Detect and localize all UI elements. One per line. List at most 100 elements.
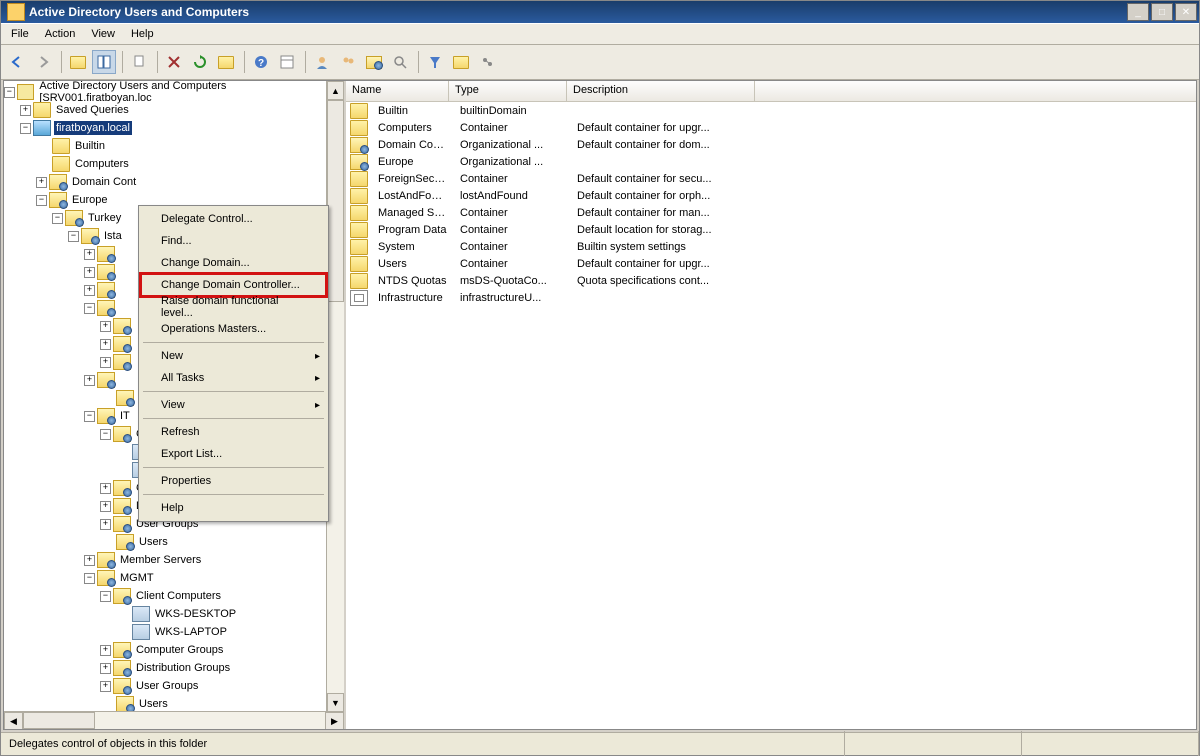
tree-expander[interactable]: − [100,591,111,602]
scroll-thumb[interactable] [327,100,344,302]
back-button[interactable] [5,50,29,74]
menu-item[interactable]: Change Domain Controller... [141,274,326,296]
tree-expander[interactable]: − [84,303,95,314]
tree-hscrollbar[interactable]: ◀ ▶ [4,711,344,729]
tree-expander[interactable]: + [100,501,111,512]
tree-expander[interactable]: + [100,681,111,692]
scroll-thumb[interactable] [23,712,95,729]
add-criteria-button[interactable] [449,50,473,74]
cut-button[interactable] [127,50,151,74]
tree-expander[interactable]: + [84,267,95,278]
tree-item[interactable]: WKS-LAPTOP [4,623,344,641]
column-header[interactable]: Type [449,81,567,101]
up-button[interactable] [66,50,90,74]
menu-item[interactable]: New [141,345,326,367]
tree-item[interactable]: Builtin [4,137,344,155]
tree-item[interactable]: +User Groups [4,677,344,695]
menu-item[interactable]: Delegate Control... [141,208,326,230]
tree-item[interactable]: −Client Computers [4,587,344,605]
list-row[interactable]: LostAndFoundlostAndFoundDefault containe… [346,187,1196,204]
tree-item[interactable]: +Computer Groups [4,641,344,659]
tree-expander[interactable]: − [52,213,63,224]
list-row[interactable]: BuiltinbuiltinDomain [346,102,1196,119]
column-header[interactable]: Description [567,81,755,101]
column-header[interactable]: Name [346,81,449,101]
tree-expander[interactable]: + [84,285,95,296]
menu-item[interactable]: View [141,394,326,416]
tree-expander[interactable]: + [100,519,111,530]
tree-expander[interactable]: + [100,321,111,332]
list-row[interactable]: Domain Cont...Organizational ...Default … [346,136,1196,153]
tree-item[interactable]: Computers [4,155,344,173]
tree-expander[interactable]: + [84,249,95,260]
tree-expander[interactable]: + [100,357,111,368]
menu-item[interactable]: Export List... [141,443,326,465]
tree-item[interactable]: −MGMT [4,569,344,587]
list-row[interactable]: InfrastructureinfrastructureU... [346,289,1196,306]
user-create-button[interactable] [310,50,334,74]
list-row[interactable]: Managed Ser...ContainerDefault container… [346,204,1196,221]
export-button[interactable] [214,50,238,74]
tree-expander[interactable]: + [100,645,111,656]
tree-expander[interactable]: + [36,177,47,188]
list-row[interactable]: SystemContainerBuiltin system settings [346,238,1196,255]
tree-item[interactable]: −firatboyan.local [4,119,344,137]
list-row[interactable]: Program DataContainerDefault location fo… [346,221,1196,238]
query-button[interactable] [475,50,499,74]
list-row[interactable]: UsersContainerDefault container for upgr… [346,255,1196,272]
menu-file[interactable]: File [3,26,37,42]
minimize-button[interactable]: _ [1127,3,1149,21]
tree-expander[interactable]: − [20,123,31,134]
tree-item[interactable]: WKS-DESKTOP [4,605,344,623]
scroll-left-icon[interactable]: ◀ [4,712,23,729]
tree-item[interactable]: Users [4,695,344,711]
tree-expander[interactable]: + [100,483,111,494]
tree-item[interactable]: +Domain Cont [4,173,344,191]
tree-expander[interactable]: − [36,195,47,206]
tree-expander[interactable]: − [84,411,95,422]
menu-item[interactable]: Refresh [141,421,326,443]
tree-expander[interactable]: + [100,339,111,350]
menu-item[interactable]: Operations Masters... [141,318,326,340]
list-row[interactable]: ForeignSecur...ContainerDefault containe… [346,170,1196,187]
menu-view[interactable]: View [83,26,123,42]
tree-expander[interactable]: − [4,87,15,98]
properties-button[interactable] [275,50,299,74]
menu-item[interactable]: Raise domain functional level... [141,296,326,318]
tree-expander[interactable]: − [68,231,79,242]
menu-item[interactable]: Properties [141,470,326,492]
menu-item[interactable]: Change Domain... [141,252,326,274]
close-button[interactable]: ✕ [1175,3,1197,21]
menu-item[interactable]: Find... [141,230,326,252]
tree-expander[interactable]: + [84,555,95,566]
tree-item[interactable]: +Member Servers [4,551,344,569]
list-row[interactable]: ComputersContainerDefault container for … [346,119,1196,136]
tree-expander[interactable]: + [20,105,31,116]
menu-item[interactable]: All Tasks [141,367,326,389]
scroll-down-icon[interactable]: ▼ [327,693,344,712]
show-hide-tree-button[interactable] [92,50,116,74]
list-body[interactable]: BuiltinbuiltinDomainComputersContainerDe… [346,102,1196,729]
maximize-button[interactable]: □ [1151,3,1173,21]
list-row[interactable]: EuropeOrganizational ... [346,153,1196,170]
menu-action[interactable]: Action [37,26,84,42]
tree-item[interactable]: −Active Directory Users and Computers [S… [4,83,344,101]
scroll-right-icon[interactable]: ▶ [325,712,344,729]
ou-create-button[interactable] [362,50,386,74]
tree-expander[interactable]: + [84,375,95,386]
tree-item[interactable]: +Distribution Groups [4,659,344,677]
tree-item[interactable]: Users [4,533,344,551]
find-button[interactable] [388,50,412,74]
tree-expander[interactable]: − [84,573,95,584]
menu-help[interactable]: Help [123,26,162,42]
tree-expander[interactable]: − [100,429,111,440]
forward-button[interactable] [31,50,55,74]
scroll-up-icon[interactable]: ▲ [327,81,344,100]
help-button[interactable]: ? [249,50,273,74]
refresh-button[interactable] [188,50,212,74]
filter-icon[interactable] [423,50,447,74]
tree-expander[interactable]: + [100,663,111,674]
list-row[interactable]: NTDS QuotasmsDS-QuotaCo...Quota specific… [346,272,1196,289]
group-create-button[interactable] [336,50,360,74]
menu-item[interactable]: Help [141,497,326,519]
